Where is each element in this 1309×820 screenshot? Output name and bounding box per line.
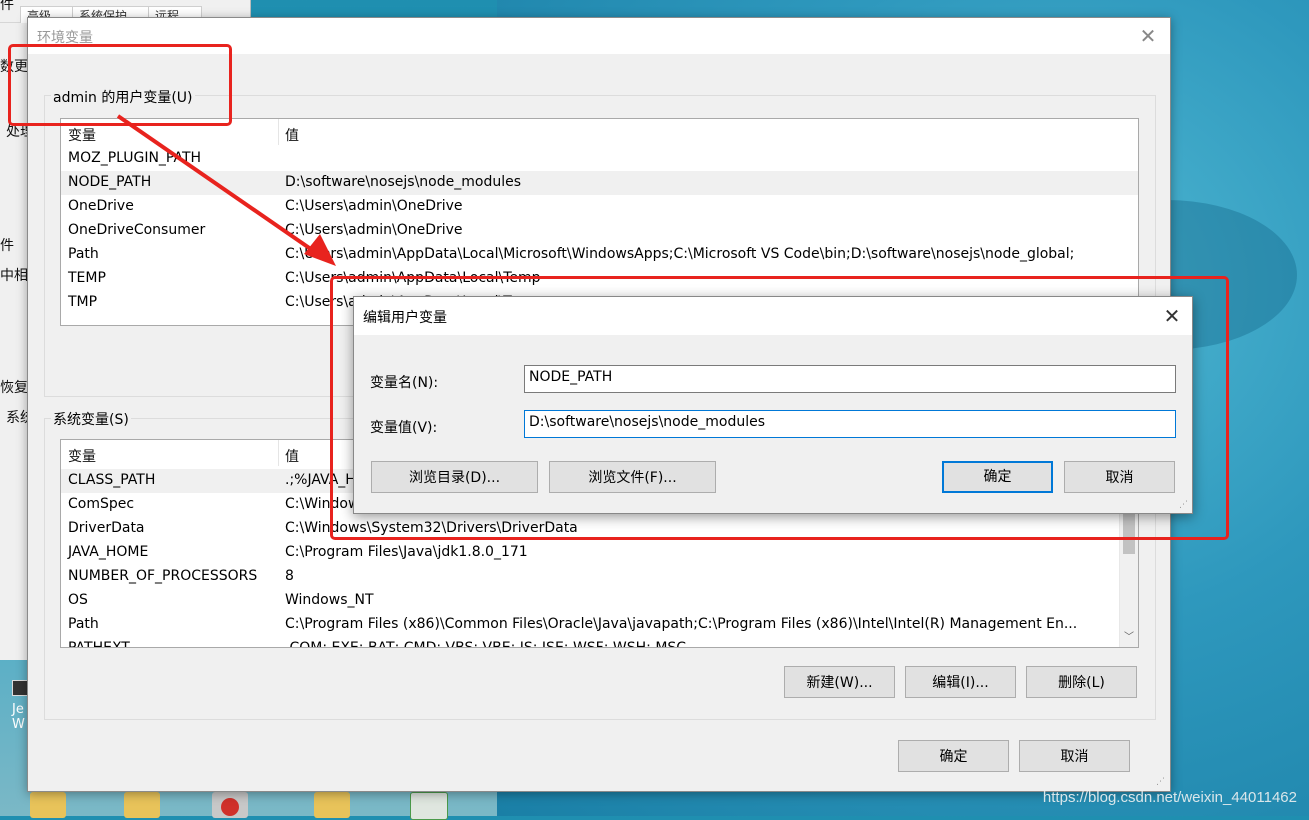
arrow-head (304, 234, 336, 266)
watermark-text: https://blog.csdn.net/weixin_44011462 (1042, 789, 1297, 806)
arrow-line (116, 114, 320, 256)
annotation-arrow (116, 114, 336, 266)
